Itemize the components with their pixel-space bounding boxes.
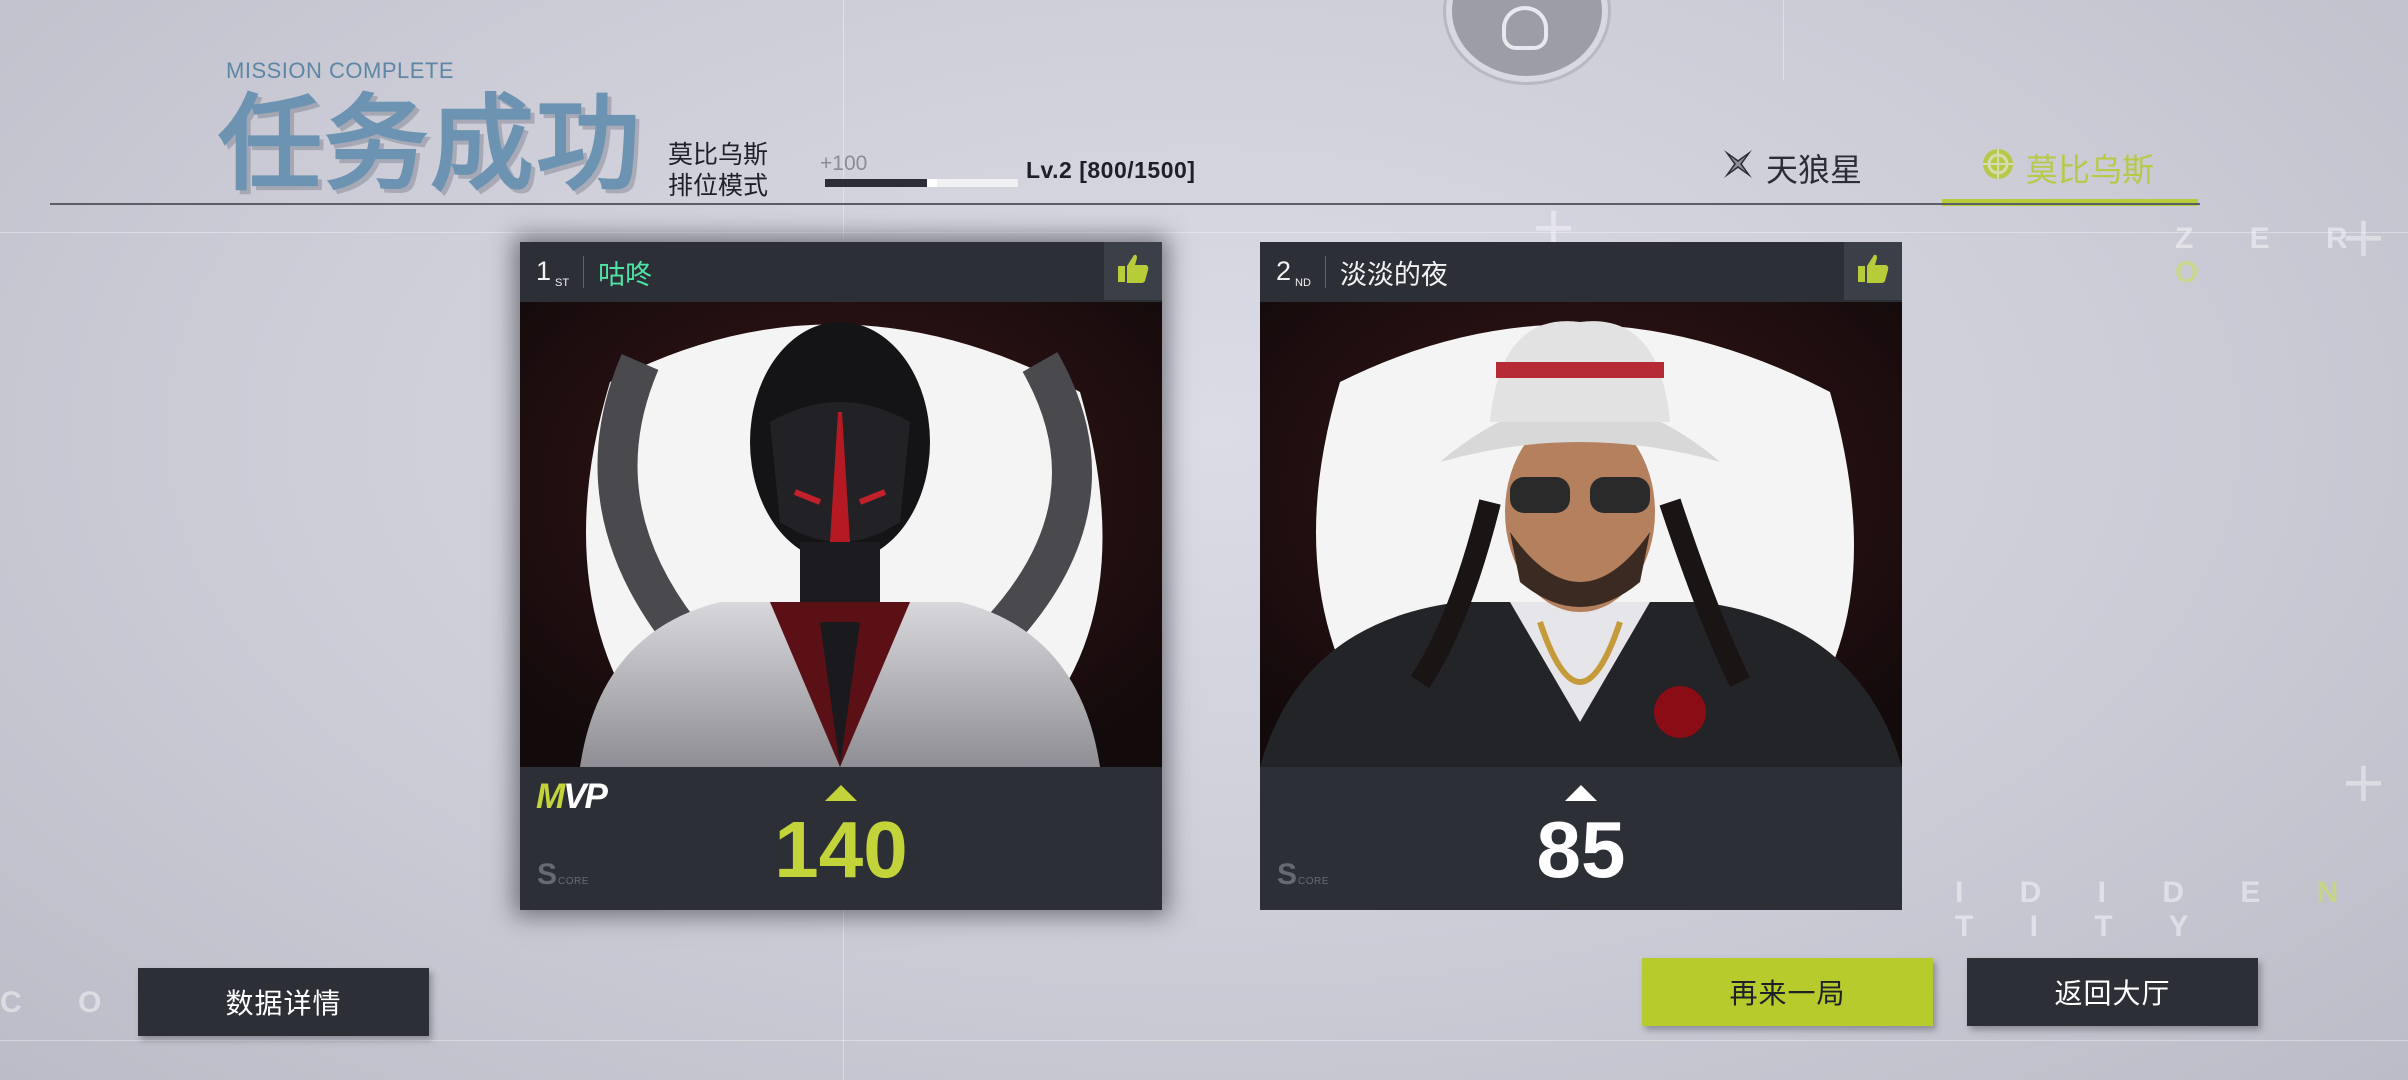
play-again-button[interactable]: 再来一局: [1642, 958, 1933, 1026]
like-button[interactable]: [1104, 242, 1162, 300]
rank-badge: 2 ND: [1276, 255, 1311, 289]
player-portrait: [520, 302, 1162, 767]
level-text: Lv.2 [800/1500]: [1026, 157, 1196, 183]
bg-word-identity: I D I D E N T I T Y: [1955, 876, 2363, 943]
bg-word-zero: Z E R O: [2175, 222, 2372, 289]
xp-gain: +100: [820, 152, 868, 175]
xp-progress-fill: [825, 179, 927, 187]
tab-label: 天狼星: [1766, 152, 1863, 188]
top-emblem-icon: [1446, 0, 1608, 82]
score-up-arrow-icon: [825, 785, 857, 801]
score-label: SCORE: [537, 858, 589, 891]
mission-title: 任务成功: [218, 87, 643, 203]
player-card-2[interactable]: 2 ND 淡淡的夜 85 SCORE: [1260, 242, 1902, 910]
card-header: 1 ST 咕咚: [520, 242, 1162, 302]
card-header: 2 ND 淡淡的夜: [1260, 242, 1902, 302]
xp-gain-marker: [927, 179, 937, 187]
card-footer: MVP 140 SCORE: [520, 767, 1162, 910]
player-score: 85: [1536, 805, 1626, 894]
player-card-1[interactable]: 1ST 咕咚 x1 MVP 1: [520, 242, 1162, 910]
player-score: 140: [774, 805, 908, 894]
match-mode: 排位模式: [668, 172, 769, 200]
score-label: SCORE: [1277, 858, 1329, 891]
rank-badge: 1 ST: [536, 255, 570, 289]
tab-team-sirius[interactable]: 天狼星: [1720, 146, 1862, 190]
tab-team-mobius[interactable]: 莫比乌斯: [1980, 146, 2154, 190]
player-portrait: [1260, 302, 1902, 767]
xp-progress-bar: [825, 179, 1018, 187]
header-divider: [50, 203, 2200, 205]
thumbs-up-icon: [1116, 252, 1150, 291]
map-name: 莫比乌斯: [668, 141, 769, 169]
like-button[interactable]: [1844, 242, 1902, 300]
score-up-arrow-icon: [1565, 785, 1597, 801]
mobius-emblem-icon: [1980, 146, 2016, 190]
data-details-button[interactable]: 数据详情: [138, 968, 429, 1036]
tab-label: 莫比乌斯: [2026, 152, 2155, 188]
player-name: 咕咚: [598, 259, 653, 290]
mission-subtitle: MISSION COMPLETE: [226, 58, 455, 83]
sirius-star-icon: [1720, 146, 1756, 190]
thumbs-up-icon: [1856, 252, 1890, 291]
player-name: 淡淡的夜: [1339, 259, 1448, 290]
mode-label: 莫比乌斯 排位模式: [668, 140, 768, 202]
card-footer: 85 SCORE: [1260, 767, 1902, 910]
back-to-lobby-button[interactable]: 返回大厅: [1967, 958, 2258, 1026]
